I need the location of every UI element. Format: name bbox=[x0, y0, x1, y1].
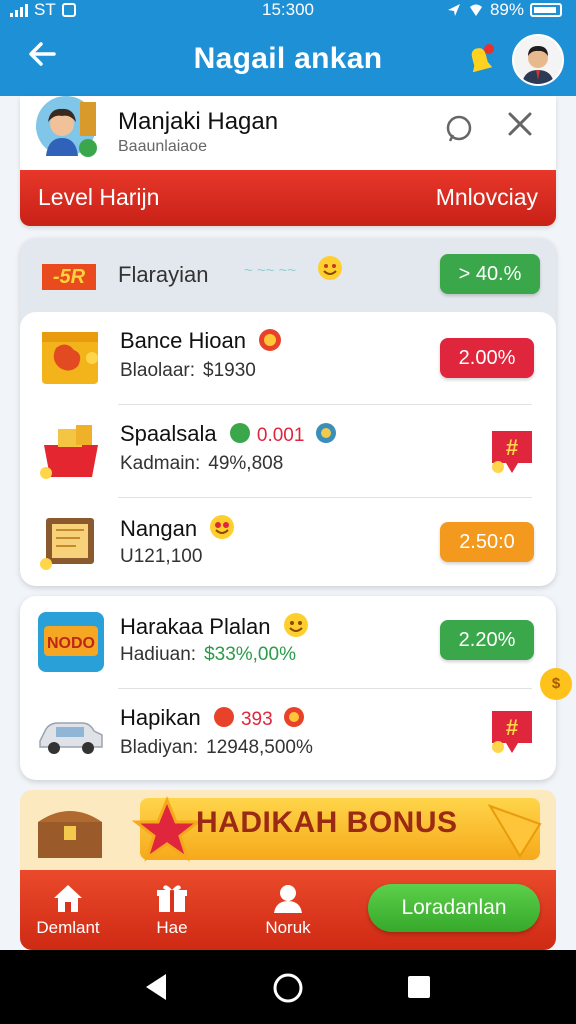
primary-list: Bance Hioan Blaolaar: $1930 2.00% Spaalsa… bbox=[20, 312, 556, 586]
item-detail-label: Bladiyan: bbox=[120, 737, 199, 758]
promo-tile-icon: NODO bbox=[38, 612, 104, 672]
gift-basket-icon bbox=[40, 425, 98, 479]
item-detail-value: $33%,00% bbox=[204, 644, 296, 665]
item-detail-value: U121,100 bbox=[120, 546, 203, 567]
nav-label: Noruk bbox=[265, 918, 311, 937]
secondary-list-card: NODO Harakaa Plalan Hadiuan: $33%,00% 2.2… bbox=[20, 596, 556, 780]
summary-value-button[interactable]: > 40.% bbox=[440, 254, 540, 294]
item-detail-label: Hadiuan: bbox=[120, 644, 197, 665]
primary-cta-button[interactable]: Loradanlan bbox=[368, 884, 540, 932]
item-extra: 0.001 bbox=[256, 425, 305, 446]
back-triangle-icon[interactable] bbox=[142, 972, 170, 1002]
bonus-label: HADIKAH BONUS bbox=[196, 806, 458, 839]
app-header: ST 15:300 89% Nagail ankan bbox=[0, 0, 576, 96]
list-item[interactable]: Bance Hioan Blaolaar: $1930 2.00% bbox=[20, 312, 556, 405]
item-action-button[interactable]: 2.50:0 bbox=[440, 522, 534, 562]
battery-icon bbox=[530, 3, 562, 17]
user-avatar[interactable] bbox=[512, 34, 564, 86]
nav-item-user[interactable]: Noruk bbox=[240, 882, 336, 938]
svg-text:#: # bbox=[506, 435, 518, 460]
nav-label: Hae bbox=[156, 918, 188, 937]
hashtag-badge-icon: # bbox=[492, 431, 532, 473]
treasure-chest-icon bbox=[38, 811, 102, 858]
profile-card: Manjaki Hagan Baaunlaiaoe Level Harijn M… bbox=[20, 96, 556, 226]
summary-label: Flarayian bbox=[118, 262, 209, 287]
notification-button[interactable] bbox=[462, 42, 496, 76]
nav-label: Demlant bbox=[36, 918, 100, 937]
list-item[interactable]: NODO Harakaa Plalan Hadiuan: $33%,00% 2.2… bbox=[20, 596, 556, 689]
battery-percent: 89% bbox=[489, 0, 524, 19]
nav-item-gift[interactable]: Hae bbox=[124, 882, 220, 938]
car-icon bbox=[39, 722, 103, 754]
recents-square-icon[interactable] bbox=[406, 974, 432, 1000]
fire-badge-icon bbox=[213, 707, 234, 727]
profile-subtitle: Baaunlaiaoe bbox=[118, 138, 207, 155]
floating-coin-button[interactable]: $ bbox=[540, 668, 572, 700]
item-title: Bance Hioan bbox=[120, 328, 246, 353]
fire-badge-icon bbox=[259, 329, 282, 351]
smile-emoji-icon bbox=[318, 256, 342, 280]
svg-text:#: # bbox=[506, 715, 518, 740]
character-avatar-icon bbox=[36, 96, 97, 157]
wifi-icon bbox=[469, 4, 482, 16]
bottom-navigation: Demlant Hae Noruk Loradanlan bbox=[20, 870, 556, 950]
bonus-banner[interactable]: HADIKAH BONUS bbox=[20, 790, 556, 870]
level-value: Mnlovciay bbox=[435, 184, 538, 210]
envelope-icon bbox=[487, 804, 542, 858]
primary-list-card: -5R Flarayian ~ ~~ ~~ > 40.% Bance Hioan… bbox=[20, 238, 556, 586]
level-bar[interactable]: Level Harijn Mnlovciay bbox=[20, 170, 556, 226]
hashtag-badge-icon: # bbox=[492, 711, 532, 753]
chat-button[interactable] bbox=[444, 114, 474, 144]
globe-badge-icon bbox=[315, 423, 336, 443]
user-icon bbox=[274, 885, 302, 913]
item-action-button[interactable]: 2.20% bbox=[440, 620, 534, 660]
nav-item-home[interactable]: Demlant bbox=[20, 882, 116, 938]
star-icon bbox=[132, 796, 202, 862]
status-bar: ST 15:300 89% bbox=[0, 0, 576, 22]
item-action-button[interactable]: 2.00% bbox=[440, 338, 534, 378]
summary-squiggle: ~ ~~ ~~ bbox=[244, 262, 297, 279]
list-item[interactable]: Nangan U121,100 2.50:0 bbox=[20, 498, 556, 591]
item-detail-value: 49%,808 bbox=[208, 453, 284, 474]
list-item[interactable]: Spaalsala 0.001 Kadmain: 49%,808 # bbox=[20, 405, 556, 498]
summary-row[interactable]: -5R Flarayian ~ ~~ ~~ > 40.% bbox=[20, 238, 556, 312]
item-title: Nangan bbox=[120, 516, 198, 541]
level-label: Level Harijn bbox=[38, 184, 160, 210]
item-title: Spaalsala bbox=[120, 421, 217, 446]
grin-emoji-icon bbox=[283, 613, 308, 637]
chat-bubble-icon bbox=[446, 115, 472, 142]
gift-icon bbox=[157, 885, 187, 912]
item-action-badge[interactable]: # bbox=[488, 427, 534, 473]
heart-eyes-emoji-icon bbox=[210, 515, 235, 539]
fire-badge-icon bbox=[283, 707, 304, 727]
bell-icon bbox=[471, 44, 494, 73]
home-circle-icon[interactable] bbox=[272, 972, 304, 1004]
system-navigation-bar bbox=[0, 950, 576, 1024]
location-icon bbox=[447, 4, 460, 16]
treasure-map-icon bbox=[40, 518, 94, 570]
item-title: Hapikan bbox=[120, 705, 201, 730]
item-detail-label: Blaolaar: bbox=[120, 360, 195, 381]
svg-text:NODO: NODO bbox=[47, 635, 95, 652]
home-icon bbox=[54, 885, 82, 912]
box-icon bbox=[42, 332, 98, 384]
person-avatar-icon bbox=[514, 36, 562, 84]
item-title: Harakaa Plalan bbox=[120, 614, 271, 639]
item-detail-value: $1930 bbox=[203, 360, 256, 381]
item-extra: 393 bbox=[240, 709, 273, 730]
item-detail-value: 12948,500% bbox=[206, 737, 313, 758]
summary-tag: -5R bbox=[42, 264, 96, 290]
list-item[interactable]: Hapikan 393 Bladiyan: 12948,500% # bbox=[20, 689, 556, 782]
item-detail-label: Kadmain: bbox=[120, 453, 201, 474]
close-icon bbox=[508, 112, 532, 136]
item-action-badge[interactable]: # bbox=[488, 707, 534, 753]
profile-picture[interactable] bbox=[32, 96, 102, 160]
check-badge-icon bbox=[229, 423, 250, 443]
profile-name: Manjaki Hagan bbox=[118, 108, 279, 135]
close-button[interactable] bbox=[506, 110, 534, 143]
